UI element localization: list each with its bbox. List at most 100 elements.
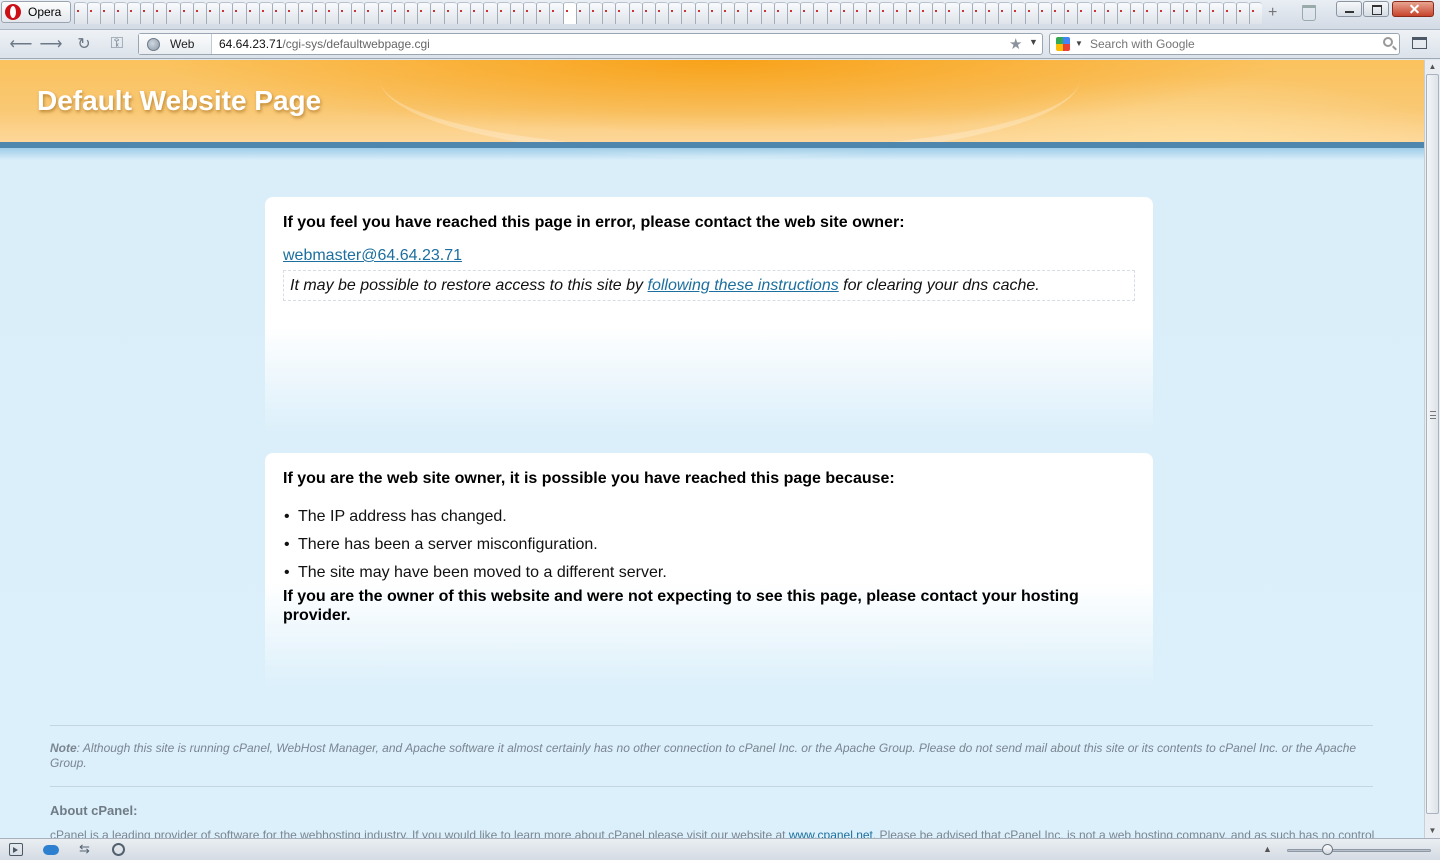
browser-tab[interactable] bbox=[945, 2, 959, 24]
browser-tab[interactable] bbox=[509, 2, 523, 24]
browser-tab[interactable] bbox=[905, 2, 919, 24]
address-bar[interactable]: Web 64.64.23.71/cgi-sys/defaultwebpage.c… bbox=[138, 33, 1043, 55]
browser-tab[interactable] bbox=[206, 2, 220, 24]
browser-tab[interactable] bbox=[1090, 2, 1104, 24]
browser-tab[interactable] bbox=[219, 2, 233, 24]
restore-button[interactable] bbox=[1363, 1, 1389, 17]
browser-tab[interactable] bbox=[588, 2, 603, 24]
browser-tab[interactable] bbox=[364, 2, 378, 24]
browser-tab[interactable] bbox=[390, 2, 405, 24]
browser-tab[interactable] bbox=[1117, 2, 1131, 24]
browser-tab[interactable] bbox=[892, 2, 906, 24]
browser-tab[interactable] bbox=[1077, 2, 1091, 24]
browser-tab[interactable] bbox=[919, 2, 933, 24]
browser-tab[interactable] bbox=[140, 2, 154, 24]
browser-tab[interactable] bbox=[338, 2, 352, 24]
browser-tab[interactable] bbox=[470, 2, 484, 24]
browser-tab[interactable] bbox=[998, 2, 1012, 24]
browser-tab[interactable] bbox=[1196, 2, 1210, 24]
zoom-menu-icon[interactable]: ▲ bbox=[1263, 844, 1272, 854]
browser-tab[interactable] bbox=[245, 2, 259, 24]
minimize-button[interactable] bbox=[1336, 1, 1362, 17]
browser-tab[interactable] bbox=[813, 2, 827, 24]
scroll-thumb[interactable] bbox=[1426, 74, 1439, 814]
browser-tab[interactable] bbox=[852, 2, 867, 24]
browser-tab[interactable] bbox=[932, 2, 946, 24]
browser-tab[interactable] bbox=[232, 2, 246, 24]
browser-tab[interactable] bbox=[1235, 2, 1250, 24]
search-box[interactable]: ▼ bbox=[1049, 33, 1400, 55]
browser-tab[interactable] bbox=[562, 2, 576, 24]
browser-tab[interactable] bbox=[522, 2, 537, 24]
browser-tab[interactable] bbox=[179, 2, 193, 24]
site-badge[interactable]: Web bbox=[139, 34, 212, 54]
address-input[interactable]: 64.64.23.71/cgi-sys/defaultwebpage.cgi bbox=[219, 35, 999, 53]
browser-tab[interactable] bbox=[536, 2, 550, 24]
webmaster-email-link[interactable]: webmaster@64.64.23.71 bbox=[283, 247, 462, 265]
browser-tab[interactable] bbox=[681, 2, 695, 24]
browser-tab[interactable] bbox=[430, 2, 444, 24]
browser-tab[interactable] bbox=[668, 2, 682, 24]
zoom-slider[interactable] bbox=[1287, 844, 1431, 855]
browser-tab[interactable] bbox=[839, 2, 853, 24]
browser-tab[interactable] bbox=[720, 2, 735, 24]
browser-tab[interactable] bbox=[879, 2, 893, 24]
browser-tab[interactable] bbox=[1169, 2, 1184, 24]
cpanel-website-link[interactable]: www.cpanel.net bbox=[789, 828, 873, 838]
wand-key-icon[interactable]: ⚿ bbox=[106, 34, 128, 54]
search-icon[interactable] bbox=[1383, 37, 1393, 47]
search-input[interactable] bbox=[1090, 35, 1370, 53]
forward-button[interactable]: ⟶ bbox=[40, 34, 63, 54]
browser-tab[interactable] bbox=[417, 2, 431, 24]
browser-tab[interactable] bbox=[1103, 2, 1118, 24]
zoom-slider-thumb[interactable] bbox=[1322, 844, 1333, 855]
browser-tab[interactable] bbox=[1209, 2, 1223, 24]
browser-tab[interactable] bbox=[192, 2, 207, 24]
star-icon[interactable]: ★ bbox=[1009, 35, 1022, 53]
browser-tab[interactable] bbox=[826, 2, 840, 24]
browser-tab[interactable] bbox=[258, 2, 273, 24]
browser-tab[interactable] bbox=[1011, 2, 1025, 24]
browser-tab[interactable] bbox=[1222, 2, 1236, 24]
browser-tab[interactable] bbox=[1037, 2, 1052, 24]
browser-tab[interactable] bbox=[786, 2, 801, 24]
scroll-down-arrow-icon[interactable]: ▼ bbox=[1425, 824, 1440, 838]
new-tab-plus-icon[interactable]: + bbox=[1268, 5, 1282, 21]
browser-tab[interactable] bbox=[1051, 2, 1065, 24]
browser-tab[interactable] bbox=[1249, 2, 1263, 24]
browser-tab[interactable] bbox=[404, 2, 418, 24]
vertical-scrollbar[interactable]: ▲ ▼ bbox=[1424, 60, 1440, 838]
chevron-down-icon[interactable]: ▼ bbox=[1029, 37, 1038, 47]
browser-tab[interactable] bbox=[87, 2, 101, 24]
browser-tab[interactable] bbox=[866, 2, 880, 24]
browser-tab[interactable] bbox=[575, 2, 589, 24]
browser-tab[interactable] bbox=[694, 2, 708, 24]
browser-tab[interactable] bbox=[100, 2, 114, 24]
browser-tab[interactable] bbox=[351, 2, 365, 24]
browser-tab[interactable] bbox=[496, 2, 510, 24]
browser-tab[interactable] bbox=[1024, 2, 1038, 24]
sync-icon[interactable] bbox=[43, 845, 59, 855]
browser-tab[interactable] bbox=[1183, 2, 1197, 24]
panel-icon[interactable] bbox=[9, 843, 23, 856]
browser-tab[interactable] bbox=[1156, 2, 1170, 24]
trash-icon[interactable] bbox=[1302, 5, 1316, 21]
browser-tab[interactable] bbox=[734, 2, 748, 24]
browser-tab[interactable] bbox=[707, 2, 721, 24]
browser-tab[interactable] bbox=[1064, 2, 1078, 24]
browser-tab[interactable] bbox=[773, 2, 787, 24]
browser-tab[interactable] bbox=[153, 2, 167, 24]
close-window-button[interactable] bbox=[1392, 1, 1434, 17]
browser-tab[interactable] bbox=[747, 2, 761, 24]
browser-tab[interactable] bbox=[1143, 2, 1157, 24]
browser-tab[interactable] bbox=[443, 2, 457, 24]
browser-tab[interactable] bbox=[602, 2, 616, 24]
google-icon[interactable] bbox=[1056, 37, 1070, 51]
search-engine-dropdown-icon[interactable]: ▼ bbox=[1075, 39, 1083, 48]
browser-tab[interactable] bbox=[985, 2, 999, 24]
browser-tab[interactable] bbox=[377, 2, 391, 24]
browser-tab[interactable] bbox=[1130, 2, 1144, 24]
browser-tab[interactable] bbox=[113, 2, 127, 24]
browser-tab[interactable] bbox=[324, 2, 339, 24]
browser-tab[interactable] bbox=[456, 2, 471, 24]
